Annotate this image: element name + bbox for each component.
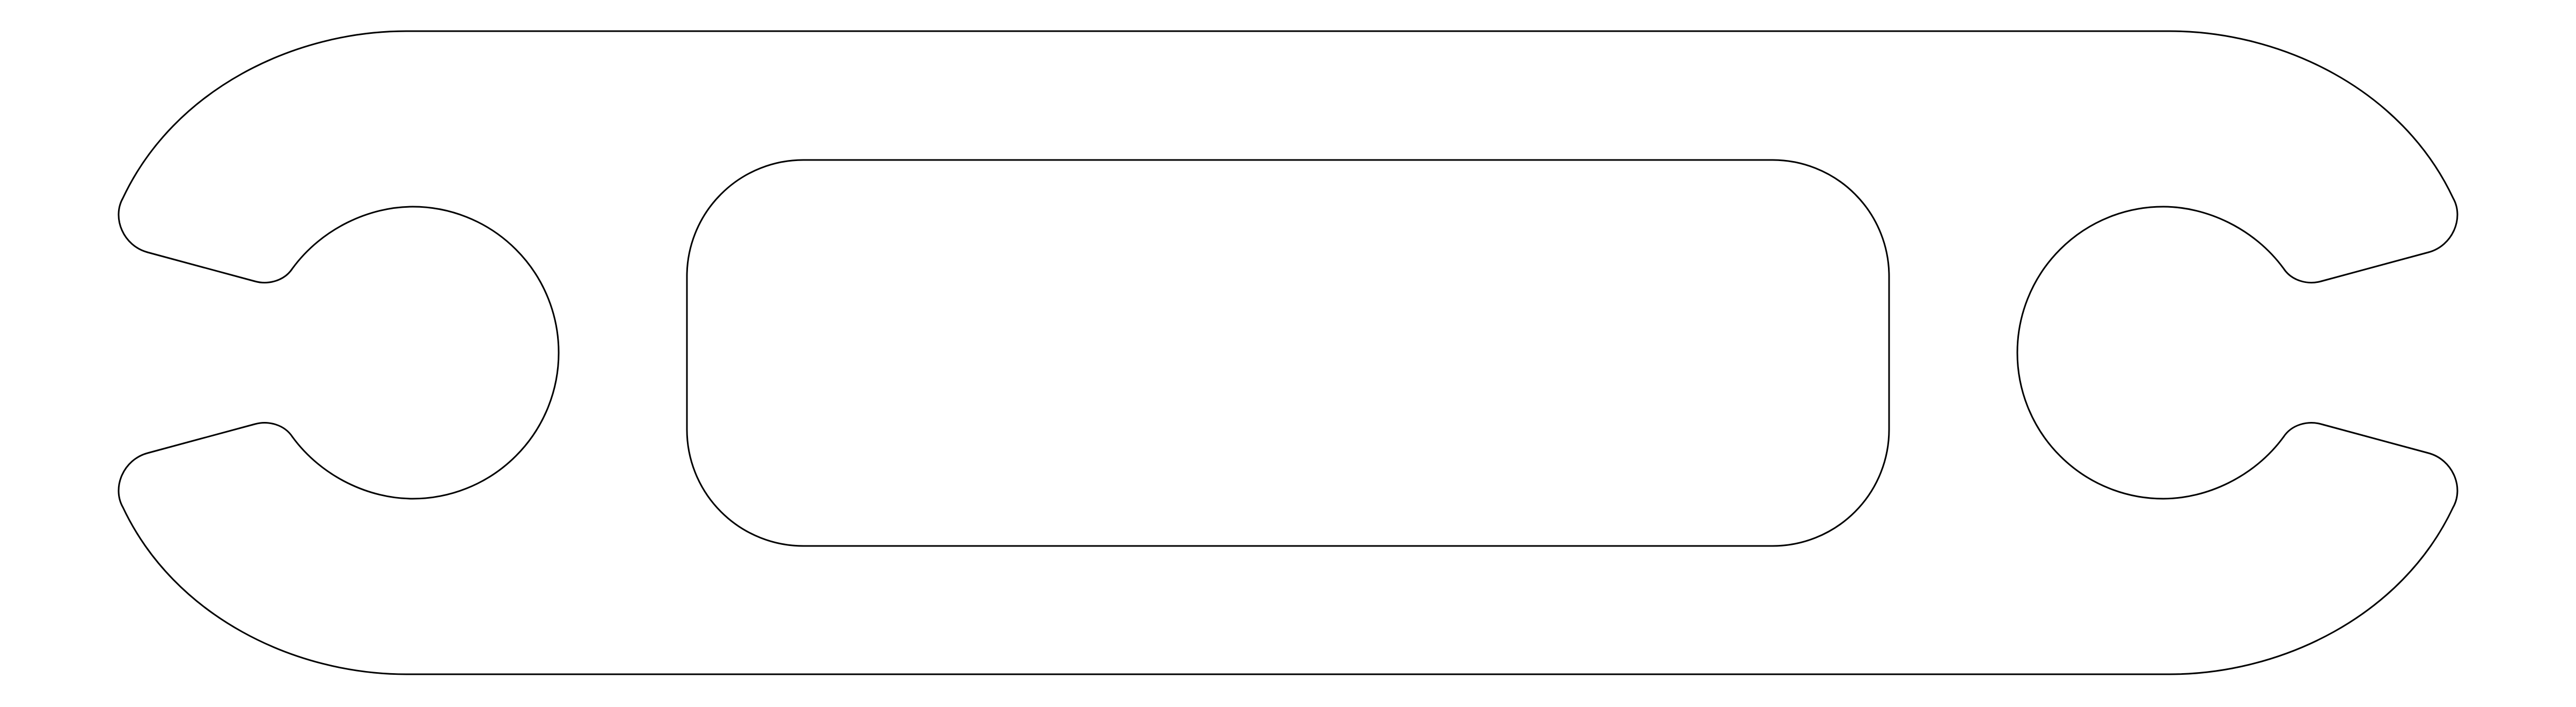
- cad-line-drawing: [118, 30, 2458, 675]
- outer-profile: [118, 30, 2458, 675]
- center-slot: [686, 159, 1890, 547]
